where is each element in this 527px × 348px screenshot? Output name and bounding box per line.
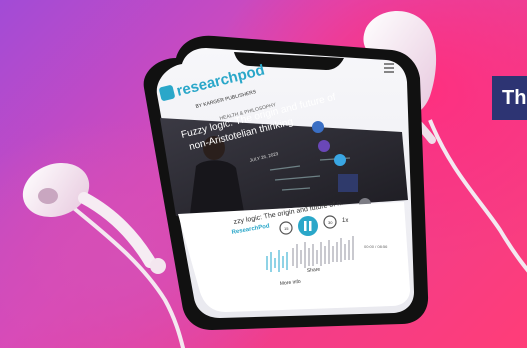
play-pause-button[interactable] <box>298 216 318 236</box>
player-time: 00:00 / 08:56 <box>364 244 388 249</box>
skip-back-label: 15 <box>284 226 289 231</box>
presenter-body <box>190 160 244 214</box>
smartphone: researchpod BY KARGER PUBLISHERS HEALTH … <box>143 35 429 330</box>
twitter-icon[interactable] <box>334 154 346 166</box>
podcast-icon[interactable] <box>318 140 330 152</box>
episode-thumbnail <box>338 174 358 192</box>
facebook-icon[interactable] <box>312 121 324 133</box>
photo-illustration: researchpod BY KARGER PUBLISHERS HEALTH … <box>22 11 527 348</box>
photo-scene: researchpod BY KARGER PUBLISHERS HEALTH … <box>0 0 527 348</box>
earbud-cable-right <box>428 119 527 273</box>
speed-button[interactable]: 1x <box>342 218 348 224</box>
banner-label: Th <box>492 76 527 120</box>
skip-forward-label: 30 <box>328 220 333 225</box>
earbud-left <box>22 162 166 274</box>
